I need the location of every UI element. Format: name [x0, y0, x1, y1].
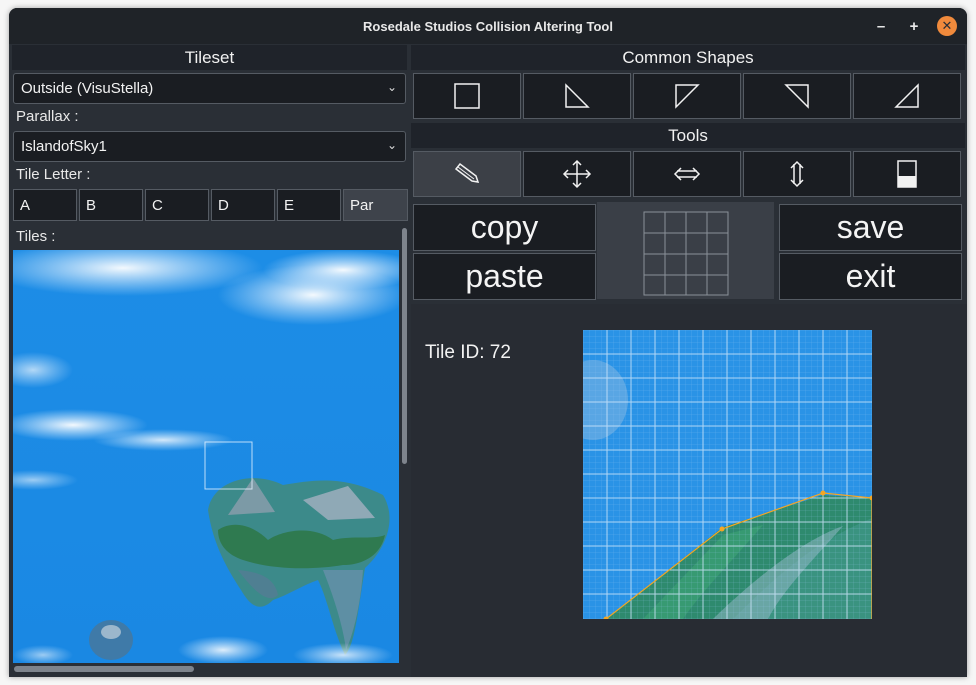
- sky-island-image: [13, 250, 399, 663]
- triangle-bottom-left-icon: [565, 83, 590, 108]
- close-button[interactable]: ✕: [937, 16, 957, 36]
- pencil-icon: [454, 162, 480, 183]
- tileset-value: Outside (VisuStella): [21, 80, 154, 97]
- tool-move-button[interactable]: [523, 151, 631, 197]
- title-bar: Rosedale Studios Collision Altering Tool…: [9, 8, 967, 44]
- horizontal-scrollbar[interactable]: [13, 663, 399, 673]
- copy-button[interactable]: copy: [413, 204, 596, 251]
- maximize-button[interactable]: +: [904, 16, 924, 36]
- tileset-canvas[interactable]: [13, 250, 399, 663]
- tools-header: Tools: [411, 123, 965, 148]
- tool-horizontal-button[interactable]: [633, 151, 741, 197]
- vertical-arrows-icon: [790, 160, 804, 188]
- parallax-dropdown[interactable]: IslandofSky1 ⌄: [13, 131, 406, 162]
- horizontal-arrows-icon: [673, 167, 701, 181]
- triangle-top-right-icon: [784, 84, 809, 109]
- horizontal-scroll-thumb[interactable]: [14, 666, 194, 672]
- grid-preview: [597, 202, 774, 299]
- tileset-header: Tileset: [12, 45, 407, 70]
- chevron-down-icon: ⌄: [386, 138, 397, 152]
- exit-button[interactable]: exit: [779, 253, 962, 300]
- parallax-label: Parallax :: [16, 108, 79, 125]
- tool-pencil-button[interactable]: [413, 151, 521, 197]
- vertical-scrollbar[interactable]: [399, 226, 409, 666]
- chevron-down-icon: ⌄: [386, 80, 397, 94]
- shape-triangle-tl-button[interactable]: [633, 73, 741, 119]
- tile-letter-label: Tile Letter :: [16, 166, 91, 183]
- tool-vertical-button[interactable]: [743, 151, 851, 197]
- square-shape-icon: [454, 83, 480, 109]
- shape-square-button[interactable]: [413, 73, 521, 119]
- tile-collision-canvas[interactable]: [558, 330, 875, 622]
- grid-icon: [643, 211, 729, 296]
- collision-point: [820, 490, 826, 496]
- paste-button[interactable]: paste: [413, 253, 596, 300]
- common-shapes-header: Common Shapes: [411, 45, 965, 70]
- fill-icon: [897, 160, 917, 188]
- tiles-label: Tiles :: [16, 228, 56, 245]
- tile-zoom-image: [558, 330, 875, 622]
- shape-triangle-tr-button[interactable]: [743, 73, 851, 119]
- window-title: Rosedale Studios Collision Altering Tool: [363, 18, 613, 34]
- tileset-dropdown[interactable]: Outside (VisuStella) ⌄: [13, 73, 406, 104]
- letter-button-b[interactable]: B: [79, 189, 143, 221]
- letter-button-e[interactable]: E: [277, 189, 341, 221]
- move-icon: [562, 159, 592, 189]
- app-window: Rosedale Studios Collision Altering Tool…: [9, 8, 967, 677]
- parallax-value: IslandofSky1: [21, 138, 107, 155]
- shape-triangle-bl-button[interactable]: [523, 73, 631, 119]
- tool-fill-button[interactable]: [853, 151, 961, 197]
- tile-id-label: Tile ID: 72: [425, 342, 511, 363]
- vertical-scroll-thumb[interactable]: [402, 228, 407, 464]
- minimize-button[interactable]: –: [871, 16, 891, 36]
- letter-button-par[interactable]: Par: [343, 189, 408, 221]
- shape-triangle-br-button[interactable]: [853, 73, 961, 119]
- collision-point: [719, 526, 725, 532]
- letter-button-c[interactable]: C: [145, 189, 209, 221]
- letter-button-d[interactable]: D: [211, 189, 275, 221]
- triangle-bottom-right-icon: [894, 83, 919, 108]
- letter-button-a[interactable]: A: [13, 189, 77, 221]
- triangle-top-left-icon: [675, 84, 700, 109]
- save-button[interactable]: save: [779, 204, 962, 251]
